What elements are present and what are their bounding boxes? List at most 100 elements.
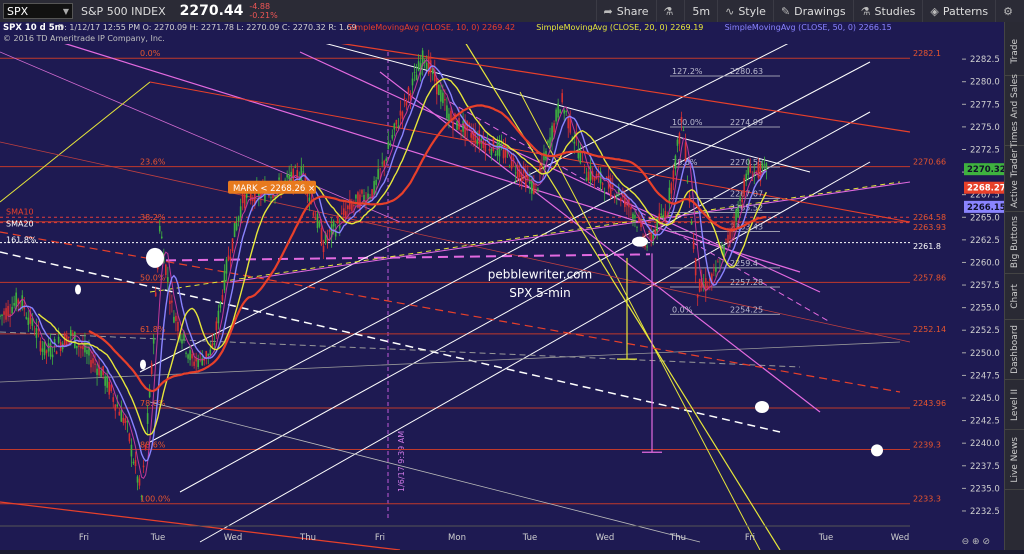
candle-body: [741, 199, 743, 203]
trend-line: [459, 33, 781, 551]
candle-body: [632, 213, 634, 219]
candle-body: [409, 93, 412, 100]
y-tick-label: 2232.5: [970, 507, 1000, 517]
settings-button[interactable]: ⚙: [995, 0, 1024, 22]
drawings-button[interactable]: ✎ Drawings: [772, 0, 853, 22]
candle-body: [634, 215, 636, 219]
candle-body: [411, 78, 414, 86]
candle-body: [175, 315, 177, 322]
candle-body: [553, 123, 555, 133]
chevron-down-icon[interactable]: ▼: [63, 4, 69, 20]
candle-body: [727, 234, 729, 243]
candle-body: [488, 148, 491, 151]
candle-body: [559, 109, 561, 114]
extension-pct: 100.0%: [672, 118, 703, 127]
candle-body: [1, 314, 3, 316]
candle-body: [737, 207, 739, 218]
chart-panel[interactable]: 1/6/17 9:39 AMDay 111/18/17 11:30 AM 228…: [0, 1, 1006, 551]
candle-body: [547, 140, 549, 143]
candle-body: [379, 168, 381, 170]
sidebar-tab-times-and-sales[interactable]: Times And Sales: [1005, 74, 1024, 147]
vline-label: 1/6/17 9:39 AM: [397, 431, 406, 492]
candle-body: [146, 413, 149, 424]
flask-button[interactable]: ⚗: [655, 0, 685, 22]
extension-label: 2274.99: [730, 118, 763, 127]
x-tick-label: Tue: [150, 533, 166, 543]
trend-line: [0, 81, 151, 203]
candle-body: [593, 177, 596, 181]
candle-body: [318, 222, 321, 227]
trend-line: [519, 91, 761, 551]
candle-body: [43, 341, 46, 356]
candle-body: [692, 241, 695, 250]
share-button[interactable]: ➦ Share: [595, 0, 656, 22]
fib-right-label: 2257.86: [913, 273, 946, 282]
candle-body: [389, 143, 392, 146]
fib-left-label: 61.8%: [140, 325, 166, 334]
candle-body: [173, 316, 175, 323]
studies-button[interactable]: ⚗ Studies: [852, 0, 923, 22]
candle-body: [611, 184, 614, 188]
x-tick-label: Fri: [375, 533, 385, 543]
sidebar-tab-trade[interactable]: Trade: [1005, 28, 1024, 76]
candle-body: [90, 360, 92, 368]
candle-body: [413, 72, 416, 73]
candle-body: [626, 203, 628, 205]
candle-body: [217, 310, 220, 324]
trend-line: [0, 341, 901, 383]
candle-body: [106, 375, 108, 388]
candle-body: [460, 129, 462, 132]
sidebar-tab-live-news[interactable]: Live News: [1005, 430, 1024, 490]
candle-body: [108, 381, 110, 395]
candle-body: [231, 238, 234, 252]
candle-body: [555, 109, 557, 122]
candle-body: [403, 97, 406, 99]
candle-body: [138, 478, 141, 486]
candle-body: [227, 255, 230, 261]
candle-body: [672, 170, 675, 182]
price-chart[interactable]: 1/6/17 9:39 AMDay 111/18/17 11:30 AM 228…: [0, 1, 1006, 551]
sidebar-tab-level-ii[interactable]: Level II: [1005, 380, 1024, 430]
candle-body: [636, 226, 638, 228]
sidebar-tab-active-trader[interactable]: Active Trader: [1005, 146, 1024, 212]
candle-body: [116, 404, 119, 407]
candle-body: [308, 197, 311, 202]
fib-right-label: 2243.96: [913, 399, 946, 408]
candle-body: [140, 496, 143, 497]
candle-body: [78, 345, 80, 347]
sidebar-tab-big-buttons[interactable]: Big Buttons: [1005, 212, 1024, 274]
symbol-input[interactable]: SPX ▼: [3, 3, 73, 19]
sidebar-tab-dashboard[interactable]: Dashboard: [1005, 320, 1024, 380]
candle-body: [684, 142, 687, 162]
candle-body: [237, 216, 240, 221]
style-button[interactable]: ∿ Style: [717, 0, 773, 22]
candle-body: [749, 164, 752, 173]
candle-body: [395, 119, 398, 125]
patterns-button[interactable]: ◈ Patterns: [922, 0, 995, 22]
candle-body: [735, 209, 737, 221]
y-tick-label: 2282.5: [970, 55, 1000, 65]
extension-label: 2254.25: [730, 305, 763, 314]
candle-body: [690, 221, 693, 225]
candle-body: [207, 353, 210, 356]
candle-body: [462, 121, 464, 132]
candle-body: [387, 141, 390, 150]
candle-body: [167, 277, 169, 282]
candle-body: [498, 141, 501, 157]
sidebar-tab-chart[interactable]: Chart: [1005, 274, 1024, 320]
sidebar-tab-label: Dashboard: [1010, 325, 1020, 374]
candle-body: [508, 166, 511, 168]
sidebar-tab-label: Big Buttons: [1010, 216, 1020, 269]
toolbar-actions: ➦ Share ⚗ 5m ∿ Style ✎ Drawings ⚗ Studies ◈ P…: [595, 0, 1024, 22]
candle-body: [717, 261, 719, 263]
candle-body: [223, 271, 226, 291]
candle-body: [120, 409, 123, 422]
timeframe-button[interactable]: 5m: [684, 0, 717, 22]
candle-body: [694, 258, 697, 276]
pencil-icon: ✎: [780, 4, 791, 18]
study-legend: SimpleMovingAvg (CLOSE, 20, 0) 2269.19: [536, 23, 703, 32]
candle-body: [450, 110, 452, 120]
candle-body: [33, 333, 36, 335]
candle-body: [747, 166, 750, 175]
right-label: 2263.93: [913, 223, 946, 232]
